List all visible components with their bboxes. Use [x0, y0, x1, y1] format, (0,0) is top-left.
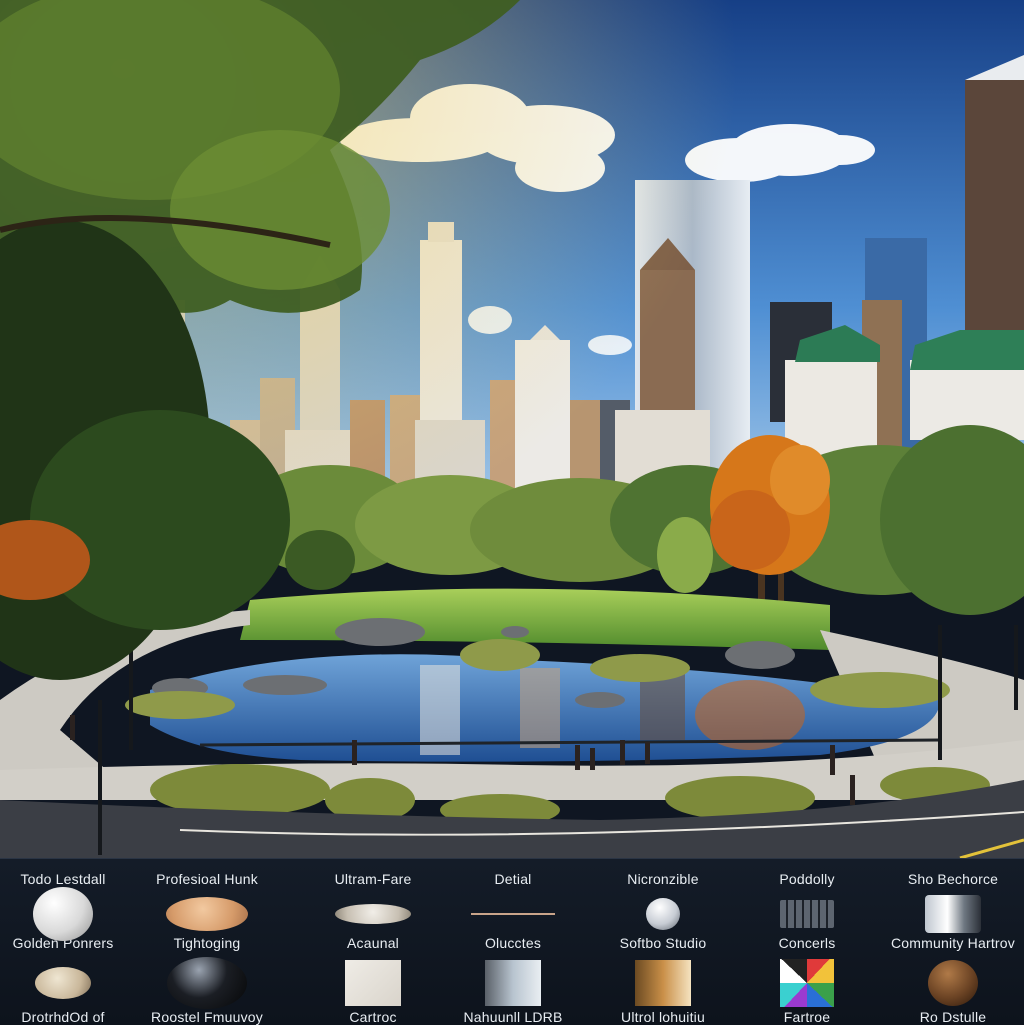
black-sphere-icon [167, 957, 247, 1009]
swatch-label: Roostel Fmuuvoy [151, 1009, 263, 1025]
swatch-column: Poddolly Concerls Fartroe [734, 859, 880, 1025]
swatch-label: Todo Lestdall [20, 871, 106, 887]
swatch-label: Fartroe [783, 1009, 831, 1025]
swatch-label: Acaunal [347, 935, 399, 951]
swatch-label: Ultram-Fare [334, 871, 412, 887]
swatch-label: Ro Dstulle [919, 1009, 987, 1025]
swatch-label: Tightoging [173, 935, 241, 951]
camera-lens-icon [925, 895, 981, 933]
image-frame: Todo Lestdall Golden Ponrers DrotrhdOd of P… [0, 0, 1024, 1025]
white-sphere-icon [33, 887, 93, 941]
swatch-column: Todo Lestdall Golden Ponrers DrotrhdOd of [0, 859, 136, 1025]
swatch-label: Nicronzible [627, 871, 699, 887]
swatch-label: Detial [494, 871, 532, 887]
flat-disc-icon [335, 904, 411, 924]
swatch-label: Softbo Studio [619, 935, 707, 951]
scene-illustration [0, 0, 1024, 858]
central-park-scene [0, 0, 1024, 858]
color-checker-icon [780, 959, 834, 1007]
swatch-label: Olucctes [484, 935, 542, 951]
beige-ellipse-icon [35, 967, 91, 999]
swatch-column: Sho Bechorce Community Hartrov Ro Dstulle [880, 859, 1024, 1025]
swatch-column: Detial Olucctes Nahuunll LDRB [440, 859, 586, 1025]
thin-line-icon [471, 913, 555, 915]
swatch-label: DrotrhdOd of [21, 1009, 105, 1025]
gold-gradient-icon [635, 960, 691, 1006]
gradient-square-icon [485, 960, 541, 1006]
tan-ellipse-icon [166, 897, 248, 931]
swatch-label: Profesioal Hunk [156, 871, 258, 887]
canvas-square-icon [345, 960, 401, 1006]
swatch-label: Concerls [778, 935, 836, 951]
swatch-column: Nicronzible Softbo Studio Ultrol lohuitiu [590, 859, 736, 1025]
swatch-column: Ultram-Fare Acaunal Cartroc [300, 859, 446, 1025]
swatch-label: Poddolly [779, 871, 835, 887]
swatch-label: Ultrol lohuitiu [621, 1009, 705, 1025]
swatch-label: Cartroc [349, 1009, 397, 1025]
swatch-column: Profesioal Hunk Tightoging Roostel Fmuuvoy [134, 859, 280, 1025]
swatch-label: Community Hartrov [891, 935, 1015, 951]
brown-sphere-icon [928, 960, 978, 1006]
swatch-label: Nahuunll LDRB [463, 1009, 563, 1025]
swatch-panel: Todo Lestdall Golden Ponrers DrotrhdOd of P… [0, 858, 1024, 1025]
swatch-label: Sho Bechorce [907, 871, 999, 887]
small-sphere-icon [646, 898, 680, 930]
grid-panel-icon [780, 900, 834, 928]
